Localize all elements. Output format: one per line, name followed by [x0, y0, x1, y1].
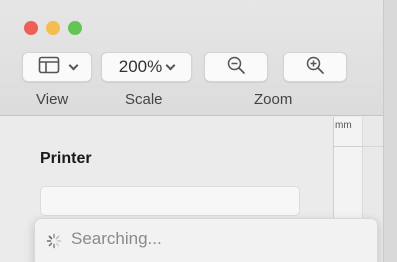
- scale-label: Scale: [125, 91, 163, 108]
- toolbar: 200% View Scale Zoom: [0, 0, 383, 116]
- printer-label: Printer: [40, 150, 92, 167]
- searching-status: Searching...: [71, 229, 162, 248]
- ruler-unit-label: mm: [335, 120, 352, 131]
- loading-spinner-icon: [46, 233, 62, 249]
- chevron-down-icon: [165, 60, 176, 70]
- zoom-out-button[interactable]: [204, 52, 268, 82]
- background-edge: [383, 0, 397, 262]
- printer-select[interactable]: [40, 186, 300, 216]
- maximize-window-button[interactable]: [68, 21, 82, 35]
- print-dialog-window: 200% View Scale Zoom Printer mm Searchin…: [0, 0, 383, 262]
- close-window-button[interactable]: [24, 21, 38, 35]
- view-label: View: [36, 91, 69, 108]
- sidebar-layout-icon: [38, 56, 60, 79]
- scale-select[interactable]: 200%: [101, 52, 192, 82]
- zoom-label: Zoom: [254, 91, 293, 108]
- magnifier-minus-icon: [226, 55, 246, 80]
- magnifier-plus-icon: [305, 55, 325, 80]
- ruler-divider: [333, 146, 363, 147]
- preview-divider: [363, 146, 383, 147]
- scale-value: 200%: [118, 57, 163, 76]
- view-menu-button[interactable]: [22, 52, 92, 82]
- chevron-down-icon: [68, 60, 78, 70]
- minimize-window-button[interactable]: [46, 21, 60, 35]
- zoom-in-button[interactable]: [283, 52, 347, 82]
